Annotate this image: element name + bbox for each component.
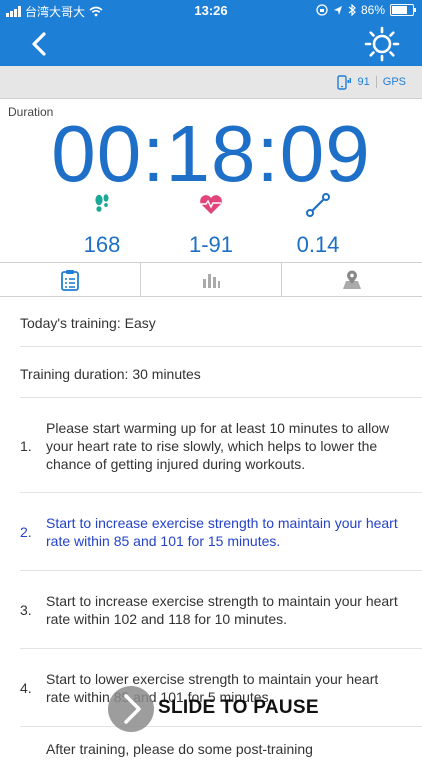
heart-rate-icon — [200, 195, 222, 214]
brightness-sun-icon[interactable] — [364, 26, 400, 62]
clipboard-list-icon — [61, 269, 79, 291]
distance-value: 0.14 — [296, 232, 340, 257]
duration-value: 00:18:09 — [51, 109, 371, 198]
rotation-lock-icon — [316, 4, 328, 16]
list-item: 1. Please start warming up for at least … — [20, 398, 422, 493]
status-right: 86% — [316, 3, 416, 17]
step-text: Start to increase exercise strength to m… — [46, 593, 398, 627]
step-number: 4. — [20, 680, 32, 696]
nav-bar — [0, 22, 422, 66]
bar-chart-icon — [203, 273, 220, 288]
status-bar: 台湾大哥大 13:26 86% — [0, 0, 422, 22]
gps-label: GPS — [382, 76, 406, 88]
today-training-row: Today's training: Easy — [20, 296, 422, 347]
list-item: 3. Start to increase exercise strength t… — [20, 571, 422, 649]
slide-to-pause-label: SLIDE TO PAUSE — [158, 697, 319, 718]
bluetooth-icon — [348, 4, 356, 16]
step-number: 3. — [20, 602, 32, 618]
view-tabs — [0, 262, 422, 297]
gps-group: 91 GPS — [336, 74, 406, 90]
footsteps-icon — [95, 194, 109, 212]
gps-status-bar: 91 GPS — [0, 66, 422, 99]
step-number: 1. — [20, 438, 32, 454]
step-number: 2. — [20, 524, 32, 540]
chevron-right-icon — [124, 694, 141, 724]
training-duration-row: Training duration: 30 minutes — [20, 347, 422, 398]
battery-icon — [390, 4, 416, 16]
gps-divider — [375, 76, 377, 88]
tab-statistics[interactable] — [140, 263, 281, 296]
list-item-active: 2. Start to increase exercise strength t… — [20, 493, 422, 571]
map-pin-icon — [343, 270, 361, 289]
tab-training-plan[interactable] — [0, 263, 140, 296]
step-text: Start to increase exercise strength to m… — [46, 515, 398, 549]
heart-zone-value: 1-91 — [188, 232, 234, 257]
phone-signal-icon — [336, 75, 351, 90]
training-duration-text: Training duration: 30 minutes — [20, 366, 201, 382]
signal-value: 91 — [357, 76, 370, 88]
tab-map[interactable] — [281, 263, 422, 296]
steps-value: 168 — [83, 232, 121, 257]
step-text: Please start warming up for at least 10 … — [46, 420, 390, 472]
distance-route-icon — [306, 193, 330, 217]
location-icon — [333, 5, 342, 15]
battery-percent: 86% — [360, 3, 385, 17]
slide-to-pause-handle[interactable] — [108, 686, 154, 732]
today-training-text: Today's training: Easy — [20, 315, 156, 331]
list-item: After training, please do some post-trai… — [20, 727, 422, 767]
back-arrow-icon[interactable] — [26, 30, 54, 58]
step-text: After training, please do some post-trai… — [46, 741, 313, 757]
